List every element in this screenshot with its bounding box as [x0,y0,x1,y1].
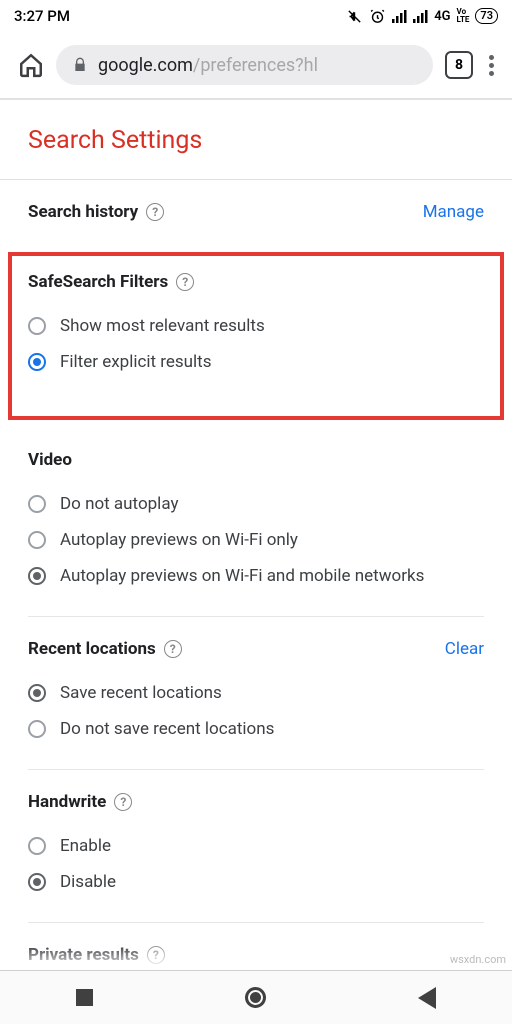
locations-option-no-save[interactable]: Do not save recent locations [28,711,484,747]
radio-icon [28,720,46,738]
handwrite-option-disable[interactable]: Disable [28,864,484,900]
help-icon[interactable]: ? [146,203,164,221]
status-time: 3:27 PM [14,7,70,25]
help-icon[interactable]: ? [114,793,132,811]
section-video: Video Do not autoplay Autoplay previews … [0,428,512,617]
radio-icon [28,837,46,855]
option-label: Do not autoplay [60,494,179,514]
browser-toolbar: google.com/preferences?hl 8 [0,32,512,98]
search-history-title: Search history [28,202,138,222]
option-label: Filter explicit results [60,352,212,372]
battery-indicator: 73 [475,8,498,24]
radio-icon [28,531,46,549]
section-search-history: Search history ? Manage [0,180,512,234]
safesearch-highlight: SafeSearch Filters ? Show most relevant … [8,252,504,420]
option-label: Enable [60,836,111,856]
signal-icon-2 [413,10,428,23]
radio-icon [28,495,46,513]
network-label: 4G [434,9,450,24]
radio-icon [28,317,46,335]
status-icons: 4G VoLTE 73 [346,8,498,25]
menu-icon[interactable] [485,55,498,76]
handwrite-option-enable[interactable]: Enable [28,828,484,864]
alarm-icon [369,8,386,25]
handwrite-title: Handwrite [28,792,106,812]
video-option-no-autoplay[interactable]: Do not autoplay [28,486,484,522]
tab-switcher[interactable]: 8 [445,51,473,79]
video-option-wifi[interactable]: Autoplay previews on Wi-Fi only [28,522,484,558]
safesearch-option-relevant[interactable]: Show most relevant results [28,308,484,344]
clear-link[interactable]: Clear [445,639,484,659]
url-bar[interactable]: google.com/preferences?hl [56,45,433,85]
video-option-both[interactable]: Autoplay previews on Wi-Fi and mobile ne… [28,558,484,594]
radio-icon [28,873,46,891]
radio-icon [28,684,46,702]
section-handwrite: Handwrite ? Enable Disable [0,770,512,923]
android-nav-bar [0,970,512,1024]
back-button[interactable] [418,987,436,1009]
manage-link[interactable]: Manage [423,202,484,222]
page-title: Search Settings [0,100,512,179]
volte-label: VoLTE [457,8,470,24]
fade-overlay [0,942,512,970]
section-locations: Recent locations ? Clear Save recent loc… [0,617,512,770]
safesearch-option-filter[interactable]: Filter explicit results [28,344,484,380]
option-label: Autoplay previews on Wi-Fi and mobile ne… [60,566,424,586]
signal-icon [392,10,407,23]
option-label: Save recent locations [60,683,222,703]
watermark: wsxdn.com [450,953,506,966]
option-label: Autoplay previews on Wi-Fi only [60,530,298,550]
home-icon[interactable] [18,52,44,78]
locations-title: Recent locations [28,639,156,659]
safesearch-title: SafeSearch Filters [28,272,168,292]
status-bar: 3:27 PM 4G VoLTE 73 [0,0,512,32]
video-title: Video [28,450,72,470]
lock-icon [72,56,88,74]
url-text: google.com/preferences?hl [98,55,318,76]
radio-icon [28,353,46,371]
option-label: Disable [60,872,116,892]
option-label: Do not save recent locations [60,719,274,739]
recents-button[interactable] [76,989,93,1006]
option-label: Show most relevant results [60,316,265,336]
help-icon[interactable]: ? [176,273,194,291]
locations-option-save[interactable]: Save recent locations [28,675,484,711]
help-icon[interactable]: ? [164,640,182,658]
mute-icon [346,8,363,25]
home-button[interactable] [245,987,266,1008]
radio-icon [28,567,46,585]
